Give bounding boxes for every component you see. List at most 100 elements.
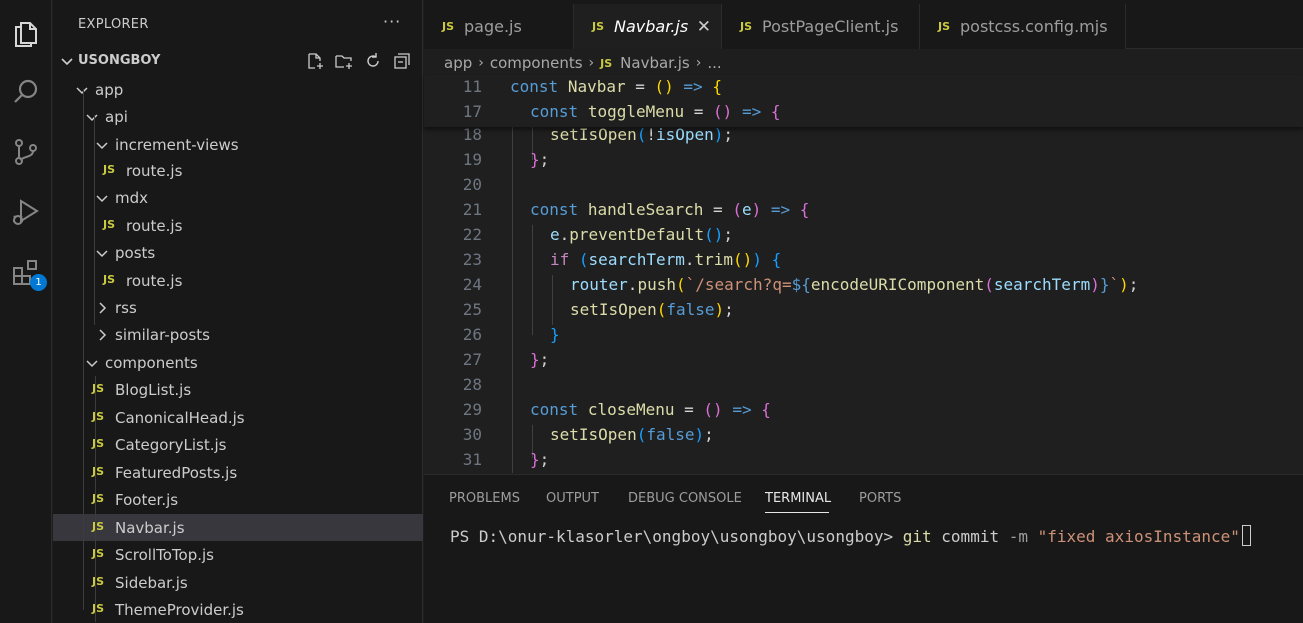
sticky-scroll[interactable]: 11 const Navbar = () => { 17 const toggl… <box>424 75 1303 127</box>
tree-item-label: api <box>105 108 128 126</box>
js-file-icon: JS <box>592 20 605 33</box>
tab-output[interactable]: OUTPUT <box>546 491 599 506</box>
terminal-string: "fixed axiosInstance" <box>1027 527 1240 546</box>
terminal-cursor <box>1241 525 1251 546</box>
tab-postpageclient-js[interactable]: JS PostPageClient.js <box>722 4 920 49</box>
line-number: 20 <box>462 175 482 194</box>
chevron-right-icon <box>99 302 107 314</box>
breadcrumb-item[interactable]: Navbar.js <box>620 54 690 72</box>
tree-folder[interactable]: api <box>53 103 423 130</box>
tab-debug-console[interactable]: DEBUG CONSOLE <box>628 491 742 506</box>
js-file-icon: JS <box>740 20 753 33</box>
tree-file[interactable]: JS Sidebar.js <box>53 569 423 596</box>
tab-label: Navbar.js <box>614 17 689 36</box>
close-icon[interactable]: ✕ <box>697 17 711 37</box>
indent-guide <box>83 89 84 610</box>
tab-ports[interactable]: PORTS <box>859 491 901 506</box>
tree-file[interactable]: JS route.js <box>53 212 423 239</box>
js-file-icon: JS <box>92 437 105 450</box>
tree-item-label: BlogList.js <box>115 381 192 399</box>
js-file-icon: JS <box>600 56 613 70</box>
code-line: 19 }; <box>424 148 1303 173</box>
line-number: 27 <box>462 350 482 369</box>
tree-file[interactable]: JS ThemeProvider.js <box>53 596 423 623</box>
tree-item-label: route.js <box>126 162 183 180</box>
explorer-icon[interactable] <box>6 14 46 54</box>
active-tab-indicator <box>765 512 829 513</box>
tree-file[interactable]: JS CanonicalHead.js <box>53 404 423 431</box>
tree-folder[interactable]: posts <box>53 239 423 266</box>
tree-item-label: Navbar.js <box>115 519 185 537</box>
tree-folder[interactable]: app <box>53 76 423 103</box>
refresh-icon[interactable] <box>363 51 383 71</box>
code-editor[interactable]: 11 const Navbar = () => { 17 const toggl… <box>424 75 1303 473</box>
collapse-all-icon[interactable] <box>392 51 412 71</box>
explorer-actions <box>305 51 412 71</box>
chevron-right-icon: › <box>478 55 484 71</box>
line-number: 22 <box>462 225 482 244</box>
tree-item-label: mdx <box>115 189 149 207</box>
terminal-prompt: PS D:\onur-klasorler\ongboy\usongboy\uso… <box>450 527 903 546</box>
terminal-line[interactable]: PS D:\onur-klasorler\ongboy\usongboy\uso… <box>450 525 1251 546</box>
bottom-panel: PROBLEMS OUTPUT DEBUG CONSOLE TERMINAL P… <box>424 474 1303 623</box>
code-line: 17 const toggleMenu = () => { <box>424 100 1303 125</box>
breadcrumb-item[interactable]: app <box>444 54 472 72</box>
extensions-icon[interactable]: 1 <box>6 252 47 292</box>
extensions-badge: 1 <box>30 274 47 291</box>
tab-page-js[interactable]: JS page.js <box>424 4 574 49</box>
editor-tab-bar: JS page.js JS Navbar.js ✕ JS PostPageCli… <box>424 0 1303 49</box>
tree-file[interactable]: JS FeaturedPosts.js <box>53 459 423 486</box>
breadcrumb-item[interactable]: ... <box>707 54 721 72</box>
tab-label: PostPageClient.js <box>762 17 899 36</box>
breadcrumb-item[interactable]: components <box>490 54 583 72</box>
tree-folder[interactable]: increment-views <box>53 131 423 158</box>
code-line: 26 } <box>424 323 1303 348</box>
tab-problems[interactable]: PROBLEMS <box>449 491 520 506</box>
line-number: 31 <box>462 450 482 469</box>
tree-file[interactable]: JS route.js <box>53 267 423 294</box>
more-actions-button[interactable]: ··· <box>383 12 401 31</box>
line-number: 24 <box>462 275 482 294</box>
terminal-arg: commit <box>931 527 1009 546</box>
tree-item-label: components <box>105 354 198 372</box>
tree-item-label: route.js <box>126 272 183 290</box>
line-number: 17 <box>462 102 482 121</box>
tree-item-label: increment-views <box>115 136 239 154</box>
tree-file[interactable]: JS CategoryList.js <box>53 431 423 458</box>
new-folder-icon[interactable] <box>334 51 354 71</box>
tree-folder[interactable]: rss <box>53 294 423 321</box>
workspace-root[interactable]: USONGBOY <box>53 47 423 75</box>
tree-file[interactable]: JS Navbar.js <box>53 514 423 541</box>
run-debug-icon[interactable] <box>6 192 46 232</box>
new-file-icon[interactable] <box>305 51 325 71</box>
js-file-icon: JS <box>92 575 105 588</box>
code-line: 25 setIsOpen(false); <box>424 298 1303 323</box>
code-line: 21 const handleSearch = (e) => { <box>424 198 1303 223</box>
code-line: 24 router.push(`/search?q=${encodeURICom… <box>424 273 1303 298</box>
js-file-icon: JS <box>103 218 116 231</box>
tree-folder[interactable]: components <box>53 349 423 376</box>
search-icon[interactable] <box>6 72 46 112</box>
tree-folder[interactable]: similar-posts <box>53 321 423 348</box>
tree-item-label: similar-posts <box>115 326 210 344</box>
js-file-icon: JS <box>103 163 116 176</box>
chevron-down-icon <box>76 87 88 95</box>
tree-file[interactable]: JS route.js <box>53 157 423 184</box>
source-control-icon[interactable] <box>6 132 46 172</box>
code-line: 27 }; <box>424 348 1303 373</box>
tree-file[interactable]: JS ScrollToTop.js <box>53 541 423 568</box>
workspace-root-label: USONGBOY <box>78 53 161 68</box>
tab-terminal[interactable]: TERMINAL <box>765 491 831 506</box>
tree-folder[interactable]: mdx <box>53 184 423 211</box>
breadcrumb: app › components › JS Navbar.js › ... <box>444 52 722 74</box>
js-file-icon: JS <box>103 273 116 286</box>
tree-file[interactable]: JS BlogList.js <box>53 376 423 403</box>
js-file-icon: JS <box>92 410 105 423</box>
code-line: 23 if (searchTerm.trim()) { <box>424 248 1303 273</box>
chevron-right-icon: › <box>588 55 595 71</box>
tree-item-label: rss <box>115 299 137 317</box>
tab-postcss-config[interactable]: JS postcss.config.mjs <box>920 4 1126 49</box>
tab-navbar-js[interactable]: JS Navbar.js ✕ <box>574 4 722 49</box>
tab-label: postcss.config.mjs <box>960 17 1108 36</box>
tree-file[interactable]: JS Footer.js <box>53 486 423 513</box>
